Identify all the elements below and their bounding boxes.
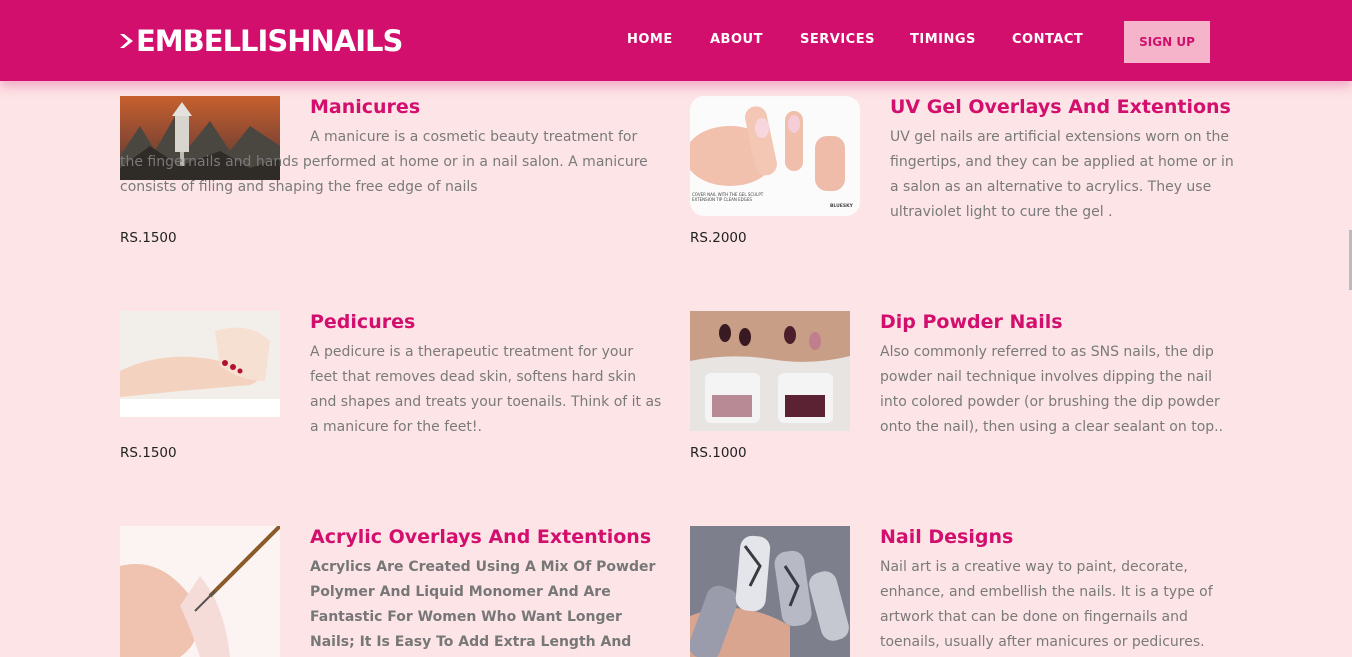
service-title: Acrylic Overlays And Extentions — [310, 526, 652, 548]
service-price: RS.1500 — [120, 445, 177, 461]
image-caption: COVER NAIL WITH THE GEL SCULPT EXTENSION… — [692, 192, 764, 202]
service-title: Pedicures — [310, 311, 416, 333]
pedicure-image — [120, 311, 280, 417]
brand-name: EMBELLISHNAILS — [136, 24, 403, 58]
service-description: A manicure is a cosmetic beauty treatmen… — [120, 129, 648, 195]
service-description: Acrylics Are Created Using A Mix Of Powd… — [310, 559, 656, 650]
service-description: UV gel nails are artificial extensions w… — [890, 129, 1234, 220]
brand-logo[interactable]: EMBELLISHNAILS — [120, 24, 403, 58]
acrylic-image — [120, 526, 280, 657]
nav-contact[interactable]: CONTACT — [1012, 32, 1083, 47]
nav-services[interactable]: SERVICES — [800, 32, 875, 47]
service-title: UV Gel Overlays And Extentions — [890, 96, 1231, 118]
gel-extension-image: COVER NAIL WITH THE GEL SCULPT EXTENSION… — [690, 96, 860, 216]
service-price: RS.1000 — [690, 445, 747, 461]
nail-art-image — [690, 526, 850, 657]
service-title: Nail Designs — [880, 526, 1014, 548]
dip-powder-image — [690, 311, 850, 431]
service-price: RS.1500 — [120, 230, 177, 246]
nav-timings[interactable]: TIMINGS — [910, 32, 976, 47]
image-brand: BLUESKY — [830, 204, 853, 209]
chevron-right-icon — [120, 34, 133, 48]
service-description: A pedicure is a therapeutic treatment fo… — [310, 344, 662, 435]
nav-about[interactable]: ABOUT — [710, 32, 763, 47]
navbar: EMBELLISHNAILS HOME ABOUT SERVICES TIMIN… — [0, 0, 1352, 81]
service-title: Manicures — [310, 96, 421, 118]
nav-home[interactable]: HOME — [627, 32, 673, 47]
service-title: Dip Powder Nails — [880, 311, 1063, 333]
service-price: RS.2000 — [690, 230, 747, 246]
sign-up-button[interactable]: SIGN UP — [1124, 21, 1210, 63]
service-description: Also commonly referred to as SNS nails, … — [880, 344, 1224, 435]
service-description: Nail art is a creative way to paint, dec… — [880, 559, 1213, 650]
